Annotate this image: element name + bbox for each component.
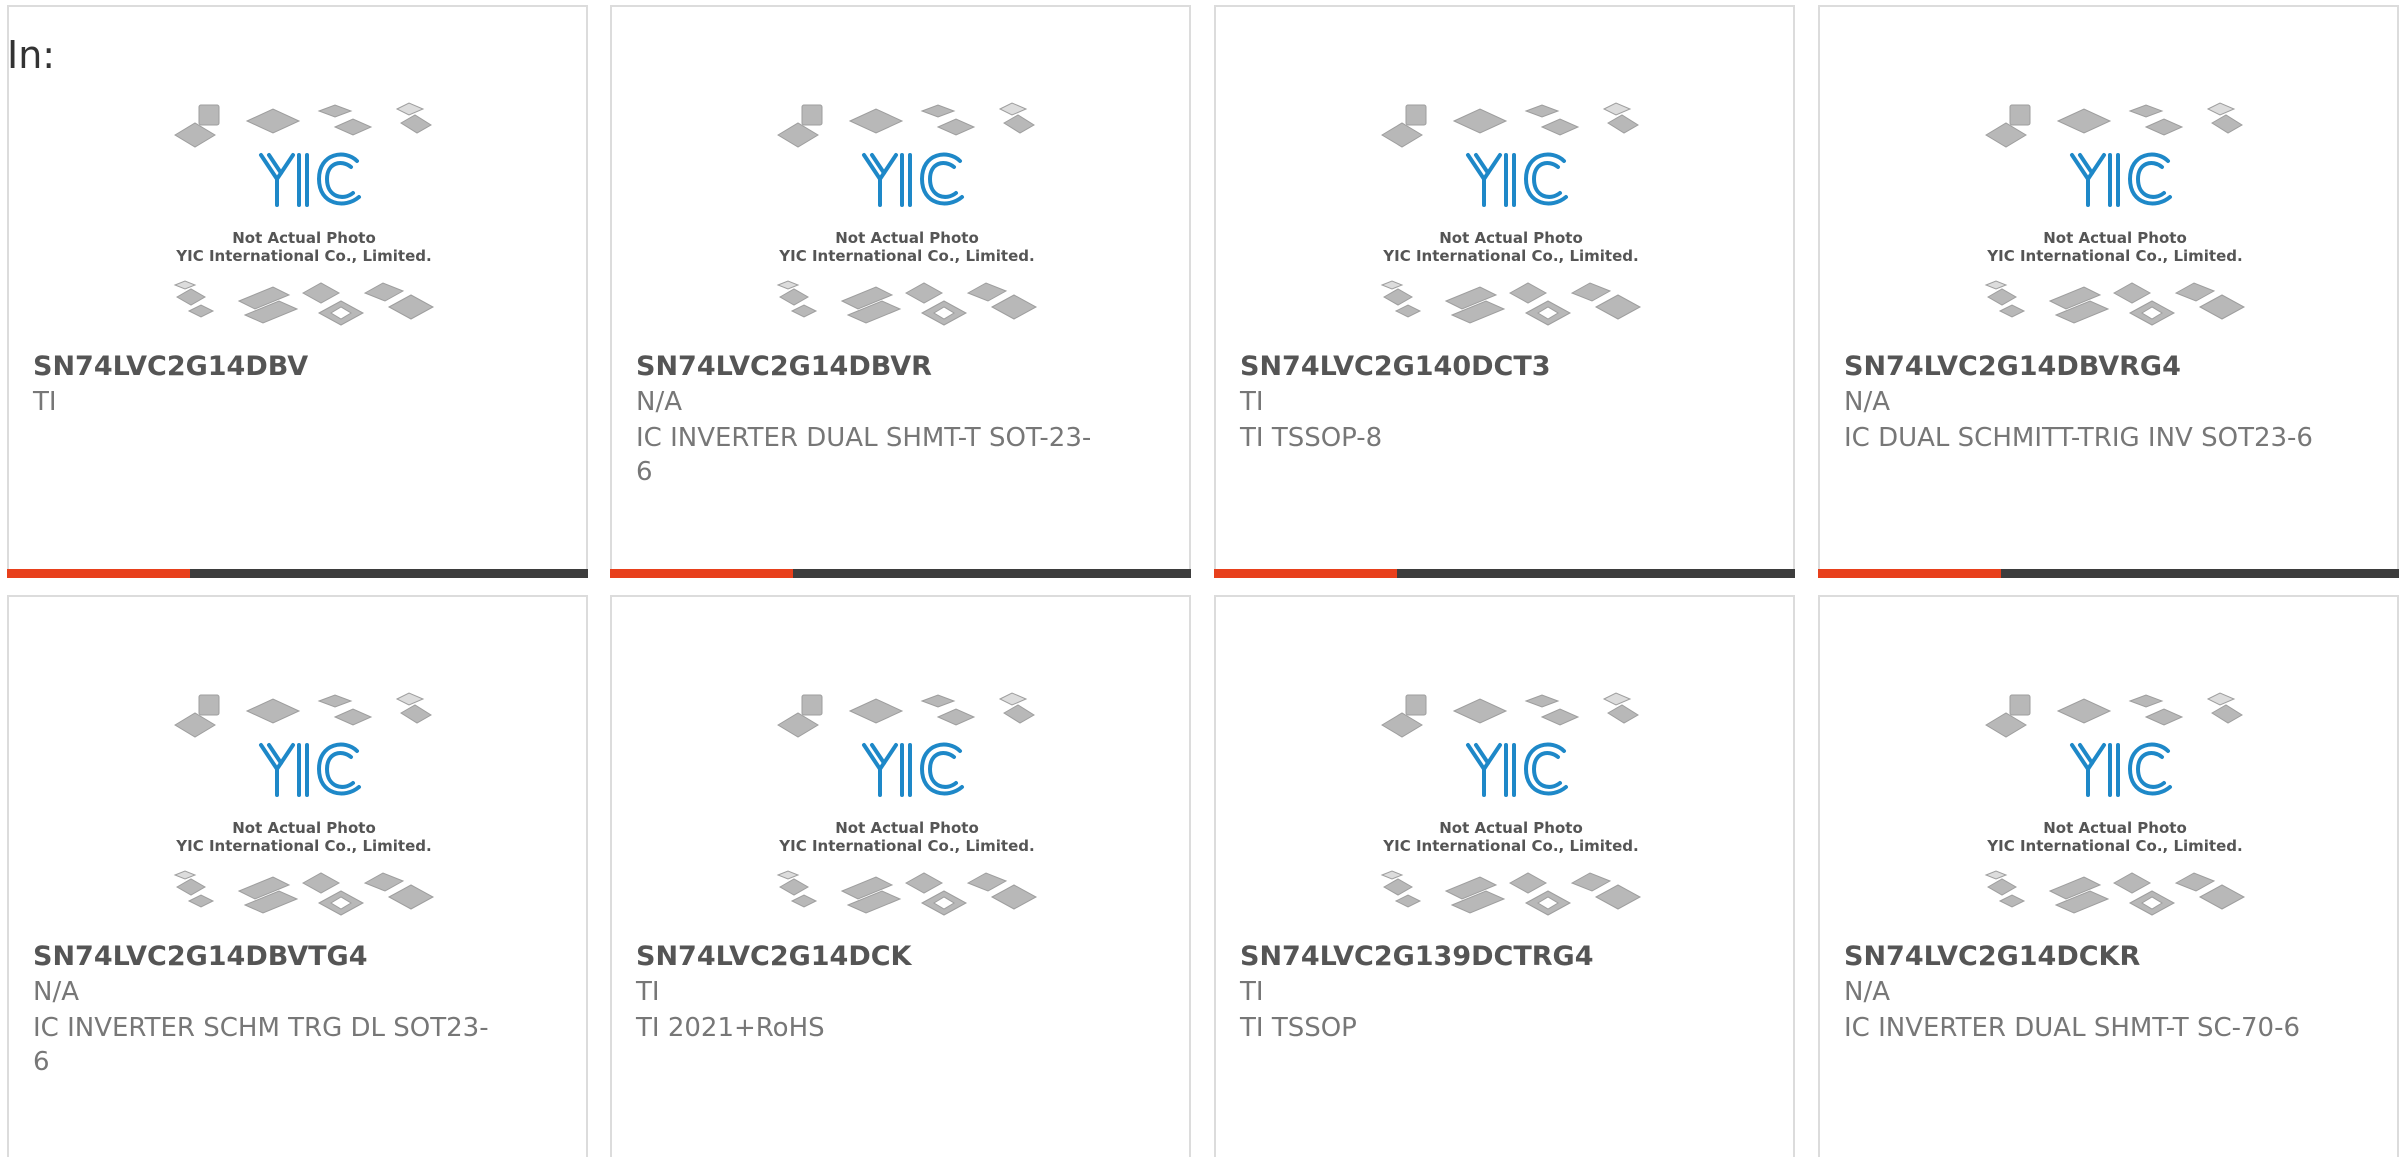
product-card[interactable]: Not Actual Photo YIC International Co., …: [7, 595, 588, 1157]
card-accent-bar: [610, 569, 793, 578]
product-card[interactable]: Not Actual Photo YIC International Co., …: [1818, 5, 2399, 578]
placeholder-line1: Not Actual Photo: [2043, 819, 2187, 837]
product-photo-placeholder: Not Actual Photo YIC International Co., …: [169, 97, 439, 343]
product-photo-placeholder: Not Actual Photo YIC International Co., …: [1376, 687, 1646, 933]
placeholder-line1: Not Actual Photo: [835, 819, 979, 837]
product-description: IC INVERTER DUAL SHMT-T SC-70-6: [1844, 1013, 2300, 1043]
product-photo-placeholder: Not Actual Photo YIC International Co., …: [169, 687, 439, 933]
part-number[interactable]: SN74LVC2G14DBVR: [636, 351, 932, 382]
in-label: In:: [7, 33, 56, 77]
placeholder-line1: Not Actual Photo: [232, 229, 376, 247]
manufacturer: N/A: [1844, 387, 1890, 417]
placeholder-line2: YIC International Co., Limited.: [778, 247, 1034, 265]
product-photo-placeholder: Not Actual Photo YIC International Co., …: [1376, 97, 1646, 343]
product-card[interactable]: Not Actual Photo YIC International Co., …: [1818, 595, 2399, 1157]
product-photo-placeholder: Not Actual Photo YIC International Co., …: [1980, 687, 2250, 933]
placeholder-line1: Not Actual Photo: [232, 819, 376, 837]
part-number[interactable]: SN74LVC2G14DBVRG4: [1844, 351, 2181, 382]
manufacturer: N/A: [636, 387, 682, 417]
manufacturer: N/A: [1844, 977, 1890, 1007]
placeholder-line2: YIC International Co., Limited.: [1986, 837, 2242, 855]
product-description: TI 2021+RoHS: [636, 1013, 825, 1043]
placeholder-line2: YIC International Co., Limited.: [175, 247, 431, 265]
card-accent-bar: [7, 569, 190, 578]
placeholder-line1: Not Actual Photo: [1439, 819, 1583, 837]
product-description: IC INVERTER DUAL SHMT-T SOT-23-6: [636, 423, 1092, 487]
manufacturer: TI: [33, 387, 57, 417]
manufacturer: TI: [1240, 977, 1264, 1007]
product-description: TI TSSOP-8: [1240, 423, 1383, 453]
product-card[interactable]: Not Actual Photo YIC International Co., …: [1214, 5, 1795, 578]
part-number[interactable]: SN74LVC2G14DBV: [33, 351, 308, 382]
product-description: TI TSSOP: [1240, 1013, 1357, 1043]
placeholder-line1: Not Actual Photo: [2043, 229, 2187, 247]
manufacturer: TI: [636, 977, 660, 1007]
product-card[interactable]: Not Actual Photo YIC International Co., …: [610, 595, 1191, 1157]
manufacturer: TI: [1240, 387, 1264, 417]
product-photo-placeholder: Not Actual Photo YIC International Co., …: [772, 687, 1042, 933]
part-number[interactable]: SN74LVC2G14DCKR: [1844, 941, 2140, 972]
manufacturer: N/A: [33, 977, 79, 1007]
part-number[interactable]: SN74LVC2G14DBVTG4: [33, 941, 368, 972]
product-card[interactable]: Not Actual Photo YIC International Co., …: [610, 5, 1191, 578]
placeholder-line2: YIC International Co., Limited.: [1382, 247, 1638, 265]
product-grid-page: In: Not Actual Photo YIC International C…: [0, 0, 2400, 1157]
product-photo-placeholder: Not Actual Photo YIC International Co., …: [772, 97, 1042, 343]
card-accent-bar: [1818, 569, 2001, 578]
product-description: IC DUAL SCHMITT-TRIG INV SOT23-6: [1844, 423, 2313, 453]
placeholder-line1: Not Actual Photo: [1439, 229, 1583, 247]
part-number[interactable]: SN74LVC2G140DCT3: [1240, 351, 1551, 382]
card-accent-bar: [1214, 569, 1397, 578]
card-bottom-bar: [7, 569, 588, 578]
product-card[interactable]: Not Actual Photo YIC International Co., …: [7, 5, 588, 578]
placeholder-line2: YIC International Co., Limited.: [778, 837, 1034, 855]
card-bottom-bar: [610, 569, 1191, 578]
card-bottom-bar: [1214, 569, 1795, 578]
part-number[interactable]: SN74LVC2G139DCTRG4: [1240, 941, 1594, 972]
placeholder-line2: YIC International Co., Limited.: [175, 837, 431, 855]
part-number[interactable]: SN74LVC2G14DCK: [636, 941, 911, 972]
product-card[interactable]: Not Actual Photo YIC International Co., …: [1214, 595, 1795, 1157]
placeholder-line2: YIC International Co., Limited.: [1986, 247, 2242, 265]
product-photo-placeholder: Not Actual Photo YIC International Co., …: [1980, 97, 2250, 343]
product-description: IC INVERTER SCHM TRG DL SOT23-6: [33, 1013, 489, 1077]
card-bottom-bar: [1818, 569, 2399, 578]
placeholder-line2: YIC International Co., Limited.: [1382, 837, 1638, 855]
placeholder-line1: Not Actual Photo: [835, 229, 979, 247]
